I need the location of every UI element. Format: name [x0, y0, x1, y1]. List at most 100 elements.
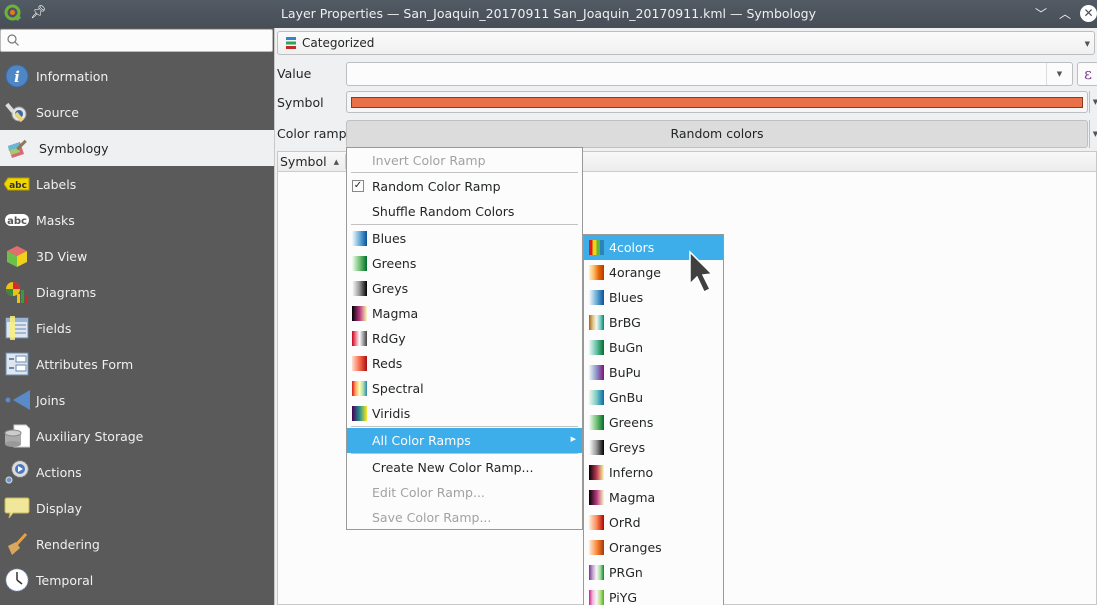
fields-icon: [4, 316, 30, 340]
menu-separator: [351, 224, 578, 225]
value-field[interactable]: ▼: [346, 62, 1073, 86]
menu-item-reds[interactable]: Reds: [347, 351, 582, 376]
menu-item-greys[interactable]: Greys: [347, 276, 582, 301]
sidebar-item-label: Labels: [36, 176, 77, 192]
menu-item-label: Random Color Ramp: [372, 179, 501, 194]
color-ramp-swatch-icon: [589, 490, 604, 505]
submenu-item-oranges[interactable]: Oranges: [584, 535, 723, 560]
close-button[interactable]: ✕: [1080, 5, 1097, 22]
submenu-item-magma[interactable]: Magma: [584, 485, 723, 510]
sidebar-item-label: 3D View: [36, 248, 88, 264]
menu-item-spectral[interactable]: Spectral: [347, 376, 582, 401]
submenu-item-inferno[interactable]: Inferno: [584, 460, 723, 485]
minimize-button[interactable]: ﹀: [1031, 4, 1051, 24]
sidebar-item-display[interactable]: Display: [0, 490, 274, 526]
submenu-item-prgn[interactable]: PRGn: [584, 560, 723, 585]
color-ramp-swatch-icon: [352, 356, 367, 371]
submenu-item-label: Inferno: [609, 465, 654, 480]
menu-item-label: Viridis: [372, 406, 411, 421]
symbol-color-swatch: [351, 97, 1083, 108]
submenu-item-label: PiYG: [609, 590, 638, 605]
sidebar-item-joins[interactable]: Joins: [0, 382, 274, 418]
column-header-label: Symbol: [280, 154, 327, 169]
submenu-item-greens[interactable]: Greens: [584, 410, 723, 435]
menu-item-all-color-ramps[interactable]: All Color Ramps ▶: [347, 428, 582, 453]
submenu-item-label: BuGn: [609, 340, 644, 355]
symbol-dropdown-button[interactable]: ▼: [1089, 91, 1097, 113]
sidebar-item-3d-view[interactable]: 3D View: [0, 238, 274, 274]
menu-separator: [351, 453, 578, 454]
submenu-item-label: BrBG: [609, 315, 641, 330]
sidebar-item-diagrams[interactable]: Diagrams: [0, 274, 274, 310]
sidebar-item-auxiliary-storage[interactable]: Auxiliary Storage: [0, 418, 274, 454]
actions-icon: [4, 460, 30, 484]
renderer-type-select[interactable]: Categorized ▼: [277, 31, 1095, 55]
sidebar-item-fields[interactable]: Fields: [0, 310, 274, 346]
sidebar-item-rendering[interactable]: Rendering: [0, 526, 274, 562]
submenu-item-bugn[interactable]: BuGn: [584, 335, 723, 360]
color-ramp-swatch-icon: [352, 281, 367, 296]
menu-item-label: Greys: [372, 281, 409, 296]
sidebar-item-label: Auxiliary Storage: [36, 428, 144, 444]
sidebar-item-label: Fields: [36, 320, 72, 336]
menu-item-greens[interactable]: Greens: [347, 251, 582, 276]
svg-text:abc: abc: [9, 181, 27, 191]
sidebar-item-labels[interactable]: abc Labels: [0, 166, 274, 202]
display-icon: [4, 496, 30, 520]
chevron-right-icon: ▶: [570, 435, 576, 443]
color-ramp-swatch-icon: [589, 515, 604, 530]
submenu-item-brbg[interactable]: BrBG: [584, 310, 723, 335]
submenu-item-piyg[interactable]: PiYG: [584, 585, 723, 605]
menu-item-shuffle-random-colors[interactable]: Shuffle Random Colors: [347, 199, 582, 224]
menu-item-create-new-color-ramp[interactable]: Create New Color Ramp...: [347, 455, 582, 480]
submenu-item-label: 4orange: [609, 265, 661, 280]
menu-item-label: Spectral: [372, 381, 424, 396]
menu-item-viridis[interactable]: Viridis: [347, 401, 582, 426]
submenu-item-label: Blues: [609, 290, 644, 305]
submenu-item-gnbu[interactable]: GnBu: [584, 385, 723, 410]
menu-item-label: Save Color Ramp...: [372, 510, 492, 525]
menu-item-invert-color-ramp[interactable]: Invert Color Ramp: [347, 148, 582, 173]
menu-item-save-color-ramp[interactable]: Save Color Ramp...: [347, 505, 582, 530]
color-ramp-swatch-icon: [352, 381, 367, 396]
value-dropdown-button[interactable]: ▼: [1046, 63, 1072, 85]
menu-item-magma[interactable]: Magma: [347, 301, 582, 326]
sidebar-item-source[interactable]: Source: [0, 94, 274, 130]
submenu-item-bupu[interactable]: BuPu: [584, 360, 723, 385]
sort-ascending-icon: ▲: [333, 158, 339, 166]
search-input[interactable]: [0, 29, 273, 52]
sidebar-item-actions[interactable]: Actions: [0, 454, 274, 490]
diagrams-icon: [4, 280, 30, 304]
color-ramp-swatch-icon: [589, 390, 604, 405]
sidebar-item-information[interactable]: i Information: [0, 58, 274, 94]
sidebar-item-symbology[interactable]: Symbology: [0, 130, 274, 166]
submenu-item-label: Magma: [609, 490, 656, 505]
color-ramp-label: Color ramp: [277, 126, 347, 141]
maximize-button[interactable]: ︿: [1055, 4, 1075, 24]
column-header-symbol[interactable]: Symbol ▲: [278, 154, 346, 169]
color-ramp-swatch-icon: [589, 265, 604, 280]
color-ramp-dropdown-button[interactable]: ▼: [1089, 120, 1097, 148]
menu-item-rdgy[interactable]: RdGy: [347, 326, 582, 351]
menu-item-random-color-ramp[interactable]: ✓ Random Color Ramp: [347, 174, 582, 199]
sidebar-item-masks[interactable]: abc Masks: [0, 202, 274, 238]
menu-item-label: All Color Ramps: [372, 433, 471, 448]
sidebar-item-attributes-form[interactable]: Attributes Form: [0, 346, 274, 382]
symbol-button[interactable]: [346, 91, 1088, 113]
submenu-item-greys[interactable]: Greys: [584, 435, 723, 460]
menu-item-edit-color-ramp[interactable]: Edit Color Ramp...: [347, 480, 582, 505]
submenu-item-label: OrRd: [609, 515, 641, 530]
color-ramp-button[interactable]: Random colors: [346, 120, 1088, 148]
expression-button[interactable]: ε: [1077, 62, 1097, 86]
renderer-type-value: Categorized: [302, 36, 375, 50]
submenu-item-orrd[interactable]: OrRd: [584, 510, 723, 535]
submenu-item-label: Oranges: [609, 540, 662, 555]
menu-item-label: Blues: [372, 231, 407, 246]
color-ramp-swatch-icon: [589, 365, 604, 380]
sidebar-item-label: Masks: [36, 212, 75, 228]
sidebar-item-label: Source: [36, 104, 79, 120]
sidebar-item-temporal[interactable]: Temporal: [0, 562, 274, 598]
menu-item-blues[interactable]: Blues: [347, 226, 582, 251]
color-ramp-swatch-icon: [589, 415, 604, 430]
color-ramp-swatch-icon: [589, 340, 604, 355]
